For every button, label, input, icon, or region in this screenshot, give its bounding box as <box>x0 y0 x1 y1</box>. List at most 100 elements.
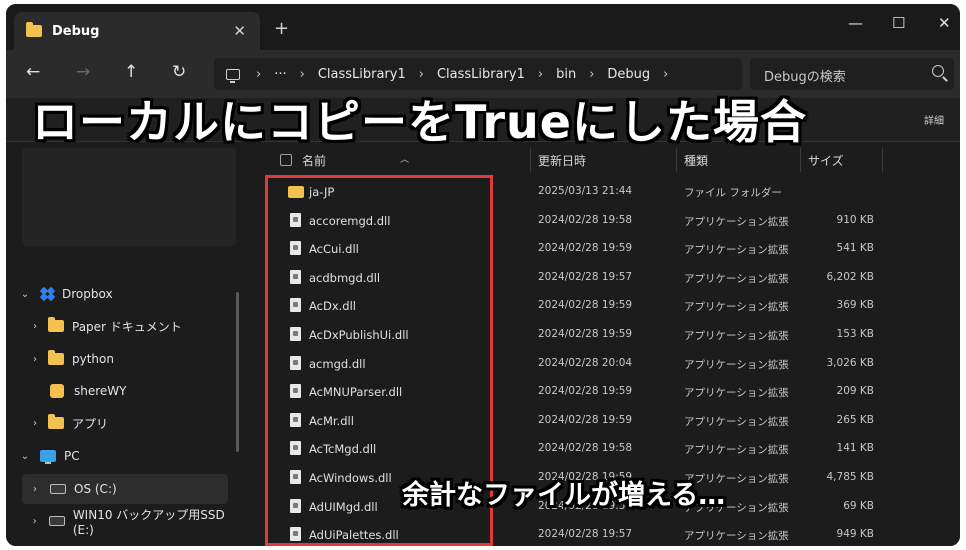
file-modified: 2024/02/28 20:04 <box>538 356 633 369</box>
breadcrumb-item[interactable]: bin <box>556 67 576 82</box>
file-modified: 2024/02/28 19:58 <box>538 442 633 455</box>
details-button[interactable]: 詳細 <box>924 112 944 127</box>
file-size: 265 KB <box>836 413 874 426</box>
file-type: アプリケーション拡張 <box>684 215 789 228</box>
chevron-right-icon: › <box>537 66 544 82</box>
drive-icon <box>49 516 65 526</box>
close-button[interactable]: ✕ <box>938 14 951 32</box>
file-type: アプリケーション拡張 <box>684 415 789 428</box>
file-size: 4,785 KB <box>826 471 875 483</box>
file-type: アプリケーション拡張 <box>684 330 789 342</box>
sidebar-item-label: python <box>72 352 114 366</box>
folder-icon <box>48 317 64 332</box>
navigation-pane: ⌄ Dropbox › Paper ドキュメント › python shereW… <box>6 142 244 546</box>
sidebar-item-label: shereWY <box>74 384 127 398</box>
headline-caption: ローカルにコピーをTrueにした場合 <box>32 95 807 149</box>
column-header-type[interactable]: 種類 <box>684 152 708 169</box>
breadcrumb-item[interactable]: Debug <box>607 67 650 82</box>
title-bar: Debug ✕ + — ☐ ✕ <box>6 4 960 50</box>
chevron-right-icon[interactable]: › <box>28 354 42 365</box>
file-size: 910 KB <box>836 213 874 226</box>
chevron-right-icon[interactable]: › <box>28 321 42 332</box>
chevron-right-icon[interactable]: › <box>28 418 42 429</box>
sidebar-scrollbar[interactable] <box>236 292 239 452</box>
breadcrumb-item[interactable]: ClassLibrary1 <box>318 67 406 82</box>
file-modified: 2025/03/13 21:44 <box>538 185 633 197</box>
file-type: アプリケーション拡張 <box>684 301 789 314</box>
drive-icon <box>50 484 66 494</box>
chevron-down-icon[interactable]: ⌄ <box>18 451 32 462</box>
tab-close-button[interactable]: ✕ <box>233 22 246 40</box>
refresh-button[interactable]: ↻ <box>172 62 186 82</box>
file-size: 209 KB <box>836 385 874 398</box>
sidebar-item-label: Paper ドキュメント <box>72 319 182 334</box>
chevron-right-icon: › <box>256 66 262 82</box>
file-size: 3,026 KB <box>826 356 875 369</box>
file-modified: 2024/02/28 19:58 <box>538 213 633 226</box>
chevron-right-icon: › <box>663 66 669 82</box>
breadcrumb-item[interactable]: ClassLibrary1 <box>437 67 525 82</box>
column-header-modified[interactable]: 更新日時 <box>538 152 586 169</box>
forward-button[interactable]: → <box>76 62 90 82</box>
sort-ascending-icon: ︿ <box>400 155 410 165</box>
sidebar-item-python[interactable]: › python <box>6 344 242 374</box>
file-modified: 2024/02/28 19:59 <box>538 299 633 312</box>
maximize-button[interactable]: ☐ <box>892 14 905 32</box>
file-size: 141 KB <box>836 442 874 455</box>
sidebar-item-label: アプリ <box>72 416 109 431</box>
column-header-name[interactable]: 名前 <box>302 152 326 169</box>
file-size: 541 KB <box>836 242 874 255</box>
sidebar-item-label: WIN10 バックアップ用SSD (E:) <box>72 507 225 537</box>
sidebar-item-label: Dropbox <box>62 287 113 301</box>
search-placeholder: Debugの検索 <box>764 70 846 85</box>
file-size: 369 KB <box>836 299 874 312</box>
tab-title: Debug <box>52 23 100 39</box>
folder-icon <box>48 414 64 429</box>
sidebar-item-label: PC <box>64 449 80 463</box>
quick-access-area <box>22 148 236 246</box>
file-modified: 2024/02/28 19:59 <box>538 413 633 426</box>
file-size: 6,202 KB <box>826 270 875 283</box>
file-size: 69 KB <box>843 499 874 512</box>
file-type: アプリケーション拡張 <box>684 272 789 285</box>
chevron-right-icon[interactable]: › <box>28 516 41 527</box>
sidebar-item-paper[interactable]: › Paper ドキュメント <box>6 311 242 341</box>
file-modified: 2024/02/28 19:57 <box>538 528 633 541</box>
file-size: 949 KB <box>836 528 874 541</box>
breadcrumb-more[interactable]: ··· <box>274 67 286 82</box>
shared-folder-icon <box>50 384 64 398</box>
chevron-down-icon[interactable]: ⌄ <box>18 289 32 300</box>
sidebar-item-os-c[interactable]: › OS (C:) <box>22 474 228 504</box>
minimize-button[interactable]: — <box>848 14 863 32</box>
file-type: アプリケーション拡張 <box>684 358 789 371</box>
chevron-right-icon: › <box>299 66 305 82</box>
chevron-right-icon[interactable]: › <box>28 484 42 495</box>
file-modified: 2024/02/28 19:59 <box>538 242 633 255</box>
sidebar-item-backup-ssd[interactable]: › WIN10 バックアップ用SSD (E:) <box>6 506 242 537</box>
column-divider[interactable] <box>882 148 883 172</box>
select-all-checkbox[interactable] <box>280 154 292 166</box>
chevron-right-icon: › <box>418 66 424 82</box>
note-caption: 余計なファイルが増える… <box>402 480 726 511</box>
file-modified: 2024/02/28 19:57 <box>538 270 633 283</box>
new-tab-button[interactable]: + <box>274 18 289 39</box>
pc-icon <box>40 450 56 464</box>
file-size: 153 KB <box>836 328 874 340</box>
tab-debug[interactable]: Debug ✕ <box>14 12 260 50</box>
column-header-size[interactable]: サイズ <box>808 152 844 169</box>
search-icon[interactable] <box>932 65 944 77</box>
folder-icon <box>48 350 64 365</box>
file-modified: 2024/02/28 19:59 <box>538 328 633 340</box>
sidebar-item-dropbox[interactable]: ⌄ Dropbox <box>6 279 242 309</box>
dropbox-icon <box>39 286 56 301</box>
back-button[interactable]: ← <box>26 62 40 82</box>
file-modified: 2024/02/28 19:59 <box>538 385 633 398</box>
sidebar-item-apps[interactable]: › アプリ <box>6 408 242 438</box>
pc-icon <box>226 68 240 83</box>
folder-icon <box>26 22 42 37</box>
sidebar-item-pc[interactable]: ⌄ PC <box>6 441 242 471</box>
file-type: アプリケーション拡張 <box>684 387 789 400</box>
sidebar-item-sherewy[interactable]: shereWY <box>6 376 242 406</box>
up-button[interactable]: ↑ <box>124 62 138 82</box>
file-type: アプリケーション拡張 <box>684 444 789 457</box>
